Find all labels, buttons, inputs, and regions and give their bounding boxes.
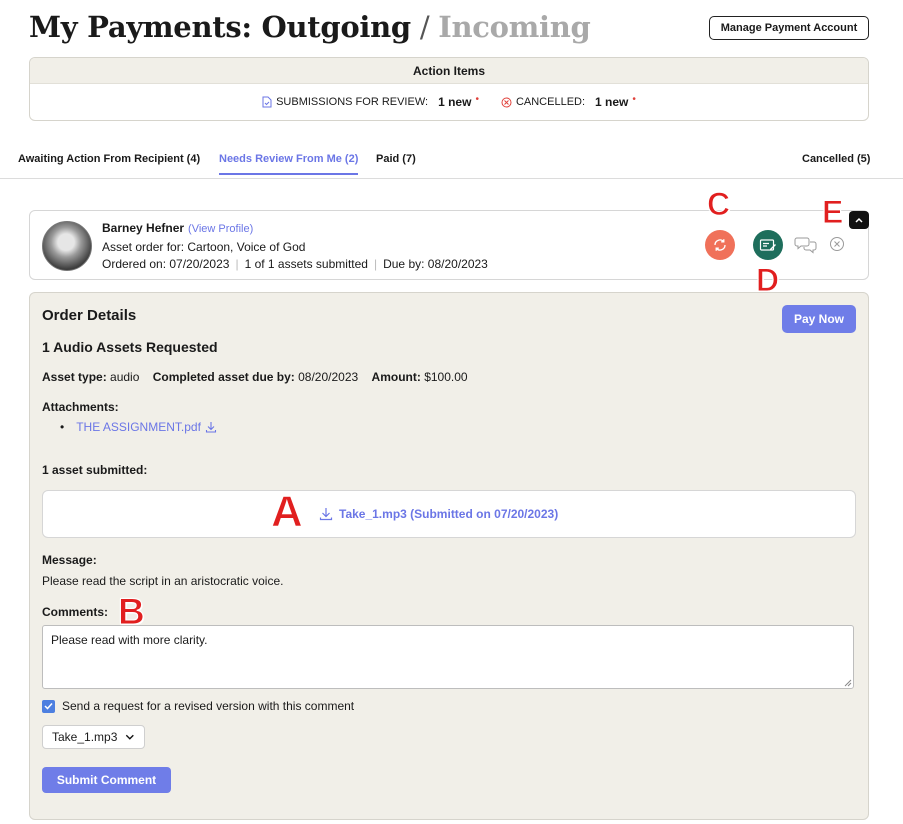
submit-comment-button[interactable]: Submit Comment (42, 767, 171, 793)
new-dot: • (475, 93, 479, 105)
action-items-row: SUBMISSIONS FOR REVIEW: 1 new • CANCELLED… (30, 84, 868, 120)
cancel-order-button[interactable] (829, 236, 845, 252)
submitted-asset-text: Take_1.mp3 (Submitted on 07/20/2023) (339, 507, 559, 521)
asset-select[interactable]: Take_1.mp3 (42, 725, 145, 749)
refresh-icon (714, 239, 726, 251)
make-payment-button[interactable] (753, 230, 783, 260)
tab-paid[interactable]: Paid (7) (376, 153, 416, 173)
tab-awaiting-action[interactable]: Awaiting Action From Recipient (4) (18, 153, 200, 173)
asset-order-for: Asset order for: Cartoon, Voice of God (102, 240, 306, 254)
completed-due-label: Completed asset due by: (152, 370, 295, 384)
submissions-for-review-item[interactable]: SUBMISSIONS FOR REVIEW: 1 new • (262, 93, 479, 109)
payment-document-icon (759, 239, 776, 251)
asset-type-value: audio (110, 370, 140, 384)
asset-meta: Asset type: audio Completed asset due by… (42, 370, 468, 384)
assets-submitted-count: 1 of 1 assets submitted (244, 257, 368, 271)
order-details-heading: Order Details (42, 307, 137, 324)
pay-now-button[interactable]: Pay Now (782, 305, 856, 333)
order-details-panel: Order Details Pay Now 1 Audio Assets Req… (29, 292, 869, 820)
request-revision-button[interactable] (705, 230, 735, 260)
resize-handle-icon[interactable] (842, 677, 852, 687)
message-button[interactable] (794, 234, 818, 256)
ordered-on: Ordered on: 07/20/2023 (102, 257, 230, 271)
list-bullet: • (60, 420, 65, 434)
title-outgoing: My Payments: Outgoing (29, 10, 411, 44)
comments-textarea[interactable]: Please read with more clarity. (42, 625, 854, 689)
order-meta: Ordered on: 07/20/2023 | 1 of 1 assets sub… (102, 257, 488, 271)
completed-due-value: 08/20/2023 (298, 370, 359, 384)
annotation-e: E (821, 194, 844, 230)
tab-needs-review[interactable]: Needs Review From Me (2) (219, 153, 359, 175)
message-text: Please read the script in an aristocrati… (42, 574, 284, 588)
attachments-label: Attachments: (42, 400, 119, 414)
assets-requested-heading: 1 Audio Assets Requested (42, 339, 218, 355)
chevron-up-icon (855, 217, 863, 223)
meta-separator: | (373, 257, 378, 271)
cancelled-count: 1 new (595, 95, 629, 109)
message-label: Message: (42, 553, 97, 567)
due-by: Due by: 08/20/2023 (383, 257, 488, 271)
chat-bubbles-icon (794, 237, 817, 254)
submitted-asset-link[interactable]: Take_1.mp3 (Submitted on 07/20/2023) (319, 507, 558, 521)
download-icon (205, 422, 216, 433)
payment-tabs: Awaiting Action From Recipient (4) Needs… (0, 145, 903, 179)
meta-separator: | (235, 257, 239, 271)
cancelled-label: CANCELLED: (515, 96, 586, 108)
annotation-a: A (271, 487, 304, 536)
comments-label: Comments: (42, 605, 109, 619)
manage-payment-account-button[interactable]: Manage Payment Account (709, 16, 869, 40)
title-separator: / (410, 10, 439, 44)
attachment-filename: THE ASSIGNMENT.pdf (76, 420, 201, 434)
view-profile-link[interactable]: (View Profile) (188, 223, 253, 235)
asset-select-value: Take_1.mp3 (52, 730, 118, 744)
order-card: Barney Hefner (View Profile) Asset order … (29, 210, 869, 280)
revision-request-row: Send a request for a revised version wit… (42, 699, 354, 713)
attachment-link[interactable]: • THE ASSIGNMENT.pdf (60, 420, 217, 434)
new-dot: • (632, 93, 636, 105)
checkmark-icon (44, 702, 53, 710)
cancelled-item[interactable]: CANCELLED: 1 new • (501, 93, 636, 109)
action-items-title: Action Items (30, 58, 868, 84)
asset-type-label: Asset type: (42, 370, 107, 384)
collapse-button[interactable] (849, 211, 869, 229)
recipient-name-text: Barney Hefner (102, 221, 185, 235)
chevron-down-icon (126, 734, 135, 740)
avatar[interactable] (42, 221, 92, 271)
annotation-c: C (706, 186, 731, 222)
assets-submitted-label: 1 asset submitted: (42, 463, 148, 477)
title-incoming-link[interactable]: Incoming (438, 10, 591, 44)
action-items-panel: Action Items SUBMISSIONS FOR REVIEW: 1 n… (29, 57, 869, 121)
annotation-b: B (118, 591, 146, 632)
amount-value: $100.00 (424, 370, 468, 384)
revision-request-checkbox[interactable] (42, 699, 55, 713)
cancel-circle-icon (830, 237, 844, 251)
document-icon (262, 96, 272, 108)
submitted-asset-box: Take_1.mp3 (Submitted on 07/20/2023) (42, 490, 856, 538)
tab-cancelled[interactable]: Cancelled (5) (802, 153, 870, 173)
amount-label: Amount: (371, 370, 421, 384)
revision-request-label: Send a request for a revised version wit… (62, 699, 355, 713)
submissions-count: 1 new (438, 95, 472, 109)
page-title: My Payments: Outgoing / Incoming (29, 10, 591, 44)
download-icon (319, 508, 333, 521)
cancel-circle-icon (501, 97, 512, 107)
recipient-name: Barney Hefner (View Profile) (102, 221, 253, 235)
submissions-label: SUBMISSIONS FOR REVIEW: (276, 96, 429, 108)
